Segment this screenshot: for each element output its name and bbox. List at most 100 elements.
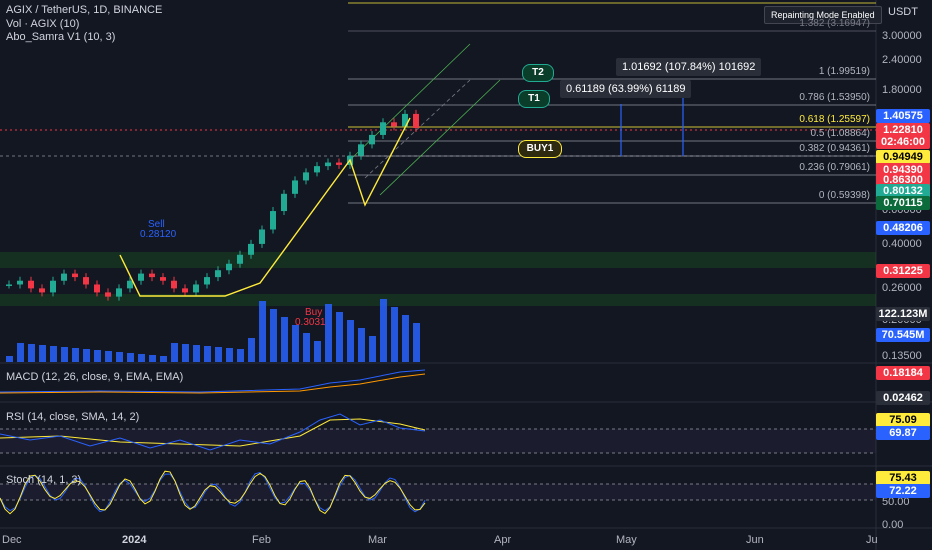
price-tag-2: 02:46:00 xyxy=(876,135,930,149)
price-tag-7: 0.70115 xyxy=(876,196,930,210)
target2-marker[interactable]: T2 xyxy=(522,64,554,82)
sell-price: 0.28120 xyxy=(140,229,177,240)
candle-body-22 xyxy=(248,243,254,255)
volume-bar-11 xyxy=(127,353,134,362)
volume-bar-4 xyxy=(50,346,57,362)
candle-body-17 xyxy=(193,284,199,293)
date-tick-6: Jun xyxy=(746,534,764,546)
candle-body-11 xyxy=(127,280,133,289)
price-tick-2: 1.80000 xyxy=(882,84,922,96)
volume-bar-19 xyxy=(215,347,222,362)
fib-label-6: 0.236 (0.79061) xyxy=(799,162,870,173)
candle-body-4 xyxy=(50,280,56,293)
volume-bar-16 xyxy=(182,344,189,362)
candle-body-7 xyxy=(83,277,89,285)
candle-body-0 xyxy=(6,284,12,286)
volume-bar-32 xyxy=(358,328,365,362)
volume-bar-34 xyxy=(380,299,387,362)
volume-bar-29 xyxy=(325,304,332,362)
candle-body-2 xyxy=(28,280,34,289)
volume-bar-22 xyxy=(248,338,255,362)
volume-bar-8 xyxy=(94,350,101,362)
price-tag-11: 70.545M xyxy=(876,328,930,342)
fib-label-7: 0 (0.59398) xyxy=(818,190,870,201)
currency-label[interactable]: USDT xyxy=(888,6,918,19)
candle-body-21 xyxy=(237,254,243,264)
volume-bar-21 xyxy=(237,349,244,362)
date-tick-4: Apr xyxy=(494,534,512,546)
macd-tag-1: 0.02462 xyxy=(876,391,930,405)
candle-body-34 xyxy=(380,122,386,135)
candle-body-8 xyxy=(94,284,100,293)
rsi-tag-1: 69.87 xyxy=(876,426,930,440)
date-tick-1: 2024 xyxy=(122,534,147,546)
volume-bar-15 xyxy=(171,343,178,362)
volume-bar-33 xyxy=(369,336,376,362)
candle-body-1 xyxy=(17,280,23,285)
measure-small: 0.61189 (63.99%) 61189 xyxy=(560,80,692,98)
candle-body-35 xyxy=(391,122,397,127)
candle-body-32 xyxy=(358,144,364,156)
support-zone-2 xyxy=(0,294,876,306)
rsi-legend: RSI (14, close, SMA, 14, 2) xyxy=(6,411,140,423)
candle-body-20 xyxy=(226,263,232,271)
date-tick-2: Feb xyxy=(252,534,271,546)
support-zone-1 xyxy=(0,252,876,268)
price-chart[interactable] xyxy=(0,0,932,550)
date-tick-5: May xyxy=(616,534,637,546)
price-tick-7: 0.26000 xyxy=(882,282,922,294)
price-tick-0: 3.00000 xyxy=(882,30,922,42)
buy1-marker[interactable]: BUY1 xyxy=(518,140,562,158)
zigzag-line xyxy=(119,117,411,297)
candle-body-9 xyxy=(105,292,111,297)
channel-lower xyxy=(379,79,501,196)
volume-bar-6 xyxy=(72,348,79,362)
candle-body-6 xyxy=(72,273,78,278)
macd-legend: MACD (12, 26, close, 9, EMA, EMA) xyxy=(6,371,184,383)
volume-bar-1 xyxy=(17,343,24,362)
candle-body-3 xyxy=(39,288,45,293)
fib-label-5: 0.382 (0.94361) xyxy=(799,143,870,154)
candle-body-12 xyxy=(138,273,144,281)
volume-bar-10 xyxy=(116,352,123,362)
price-tag-10: 122.123M xyxy=(876,307,930,321)
symbol-title: AGIX / TetherUS, 1D, BINANCE xyxy=(6,4,163,16)
volume-bar-30 xyxy=(336,312,343,362)
volume-bar-2 xyxy=(28,344,35,362)
volume-bar-18 xyxy=(204,346,211,362)
candle-body-10 xyxy=(116,288,122,297)
volume-bar-12 xyxy=(138,354,145,362)
rsi-band xyxy=(0,429,876,453)
candle-body-24 xyxy=(270,211,276,230)
channel-upper xyxy=(349,43,471,161)
price-tag-0: 1.40575 xyxy=(876,109,930,123)
fib-label-1: 1 (1.99519) xyxy=(818,66,870,77)
volume-bar-25 xyxy=(281,317,288,362)
price-tag-3: 0.94949 xyxy=(876,150,930,164)
fib-label-2: 0.786 (1.53950) xyxy=(799,92,870,103)
stoch-tag-0: 75.43 xyxy=(876,471,930,485)
volume-bar-5 xyxy=(61,347,68,362)
volume-legend: Vol · AGIX (10) xyxy=(6,18,80,30)
fib-label-3: 0.618 (1.25597) xyxy=(799,114,870,125)
price-tag-8: 0.48206 xyxy=(876,221,930,235)
volume-bar-9 xyxy=(105,351,112,362)
volume-bar-20 xyxy=(226,348,233,362)
price-tick-1: 2.40000 xyxy=(882,54,922,66)
price-tick-9: 0.13500 xyxy=(882,350,922,362)
date-tick-0: Dec xyxy=(2,534,22,546)
volume-bar-27 xyxy=(303,333,310,362)
volume-bar-13 xyxy=(149,355,156,362)
candle-body-23 xyxy=(259,229,265,244)
candle-body-19 xyxy=(215,270,221,278)
candle-body-29 xyxy=(325,162,331,167)
price-tick-6: 0.40000 xyxy=(882,238,922,250)
volume-bar-26 xyxy=(292,325,299,362)
target1-marker[interactable]: T1 xyxy=(518,90,550,108)
indicator-legend: Abo_Samra V1 (10, 3) xyxy=(6,31,116,43)
candle-body-30 xyxy=(336,162,342,165)
volume-bar-3 xyxy=(39,345,46,362)
candle-body-26 xyxy=(292,180,298,194)
volume-bar-17 xyxy=(193,345,200,362)
candle-body-18 xyxy=(204,277,210,285)
